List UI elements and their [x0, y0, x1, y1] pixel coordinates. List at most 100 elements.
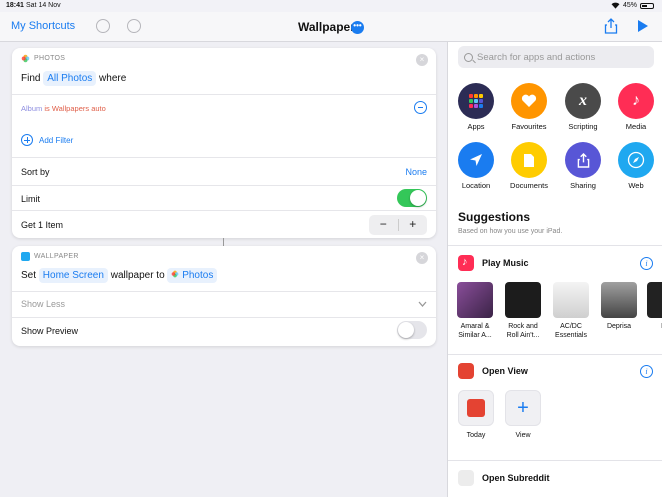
- album-label: Deprisa: [606, 323, 632, 330]
- filter-value[interactable]: Wallpapers auto: [52, 104, 106, 113]
- search-input[interactable]: Search for apps and actions: [458, 46, 654, 68]
- category-label: Apps: [467, 122, 485, 131]
- category-media[interactable]: ♪ Media: [611, 83, 661, 131]
- remove-action-icon[interactable]: ×: [416, 252, 428, 264]
- editor-toolbar: My Shortcuts Wallpaper •••: [0, 12, 662, 42]
- album-item[interactable]: Rock and Roll Ain't...: [504, 282, 542, 340]
- remove-filter-icon[interactable]: [414, 101, 427, 114]
- tile-label: Today: [466, 432, 486, 439]
- compass-icon: [618, 142, 654, 178]
- get-item-label: Get 1 Item: [21, 220, 64, 230]
- category-location[interactable]: Location: [451, 142, 501, 190]
- album-item[interactable]: Lo: [646, 282, 662, 331]
- show-preview-toggle[interactable]: [397, 321, 427, 339]
- action-connector: [223, 238, 224, 246]
- shortcut-title[interactable]: Wallpaper: [298, 20, 355, 34]
- photos-variable-label: Photos: [182, 270, 214, 281]
- wallpaper-to-word: wallpaper to: [110, 270, 165, 281]
- heart-icon: [511, 83, 547, 119]
- category-web[interactable]: Web: [611, 142, 661, 190]
- open-subreddit-suggestion[interactable]: Open Subreddit: [458, 470, 550, 486]
- all-photos-token[interactable]: All Photos: [43, 71, 97, 86]
- find-photos-action[interactable]: PHOTOS × Find All Photos where Album is …: [12, 48, 436, 238]
- divider: [12, 210, 436, 211]
- category-documents[interactable]: Documents: [504, 142, 554, 190]
- divider: [12, 94, 436, 95]
- info-icon[interactable]: i: [640, 365, 653, 378]
- album-item[interactable]: AC/DC Essentials: [552, 282, 590, 340]
- battery-icon: [640, 2, 654, 9]
- apps-grid-icon: [458, 83, 494, 119]
- document-icon: [511, 142, 547, 178]
- info-icon[interactable]: i: [640, 257, 653, 270]
- show-preview-label: Show Preview: [21, 326, 79, 336]
- category-sharing[interactable]: Sharing: [558, 142, 608, 190]
- reddit-app-icon: [458, 470, 474, 486]
- category-label: Location: [461, 181, 491, 190]
- redo-icon[interactable]: [127, 19, 141, 33]
- action-header: PHOTOS: [21, 54, 65, 63]
- view-tile-today[interactable]: Today: [458, 390, 494, 439]
- add-circle-icon: [21, 134, 33, 146]
- album-item[interactable]: Amaral & Similar A...: [456, 282, 494, 340]
- where-word: where: [99, 73, 127, 84]
- location-arrow-icon: [458, 142, 494, 178]
- music-note-icon: ♪: [618, 83, 654, 119]
- category-scripting[interactable]: x Scripting: [558, 83, 608, 131]
- suggestion-title: Play Music: [482, 258, 529, 268]
- category-label: Media: [625, 122, 647, 131]
- divider: [448, 460, 662, 461]
- add-filter-button[interactable]: Add Filter: [21, 134, 73, 146]
- show-less-button[interactable]: Show Less: [21, 299, 65, 309]
- increment-button[interactable]: +: [399, 215, 428, 235]
- filter-row[interactable]: Album is Wallpapers auto: [21, 104, 106, 113]
- category-apps[interactable]: Apps: [451, 83, 501, 131]
- action-header: WALLPAPER: [21, 252, 79, 261]
- divider: [448, 245, 662, 246]
- sort-by-value[interactable]: None: [405, 167, 427, 177]
- set-wallpaper-action[interactable]: WALLPAPER × Set Home Screen wallpaper to…: [12, 246, 436, 346]
- category-label: Documents: [510, 181, 548, 190]
- wallpaper-app-icon: [21, 252, 30, 261]
- album-item[interactable]: Deprisa: [600, 282, 638, 331]
- divider: [12, 317, 436, 318]
- my-shortcuts-button[interactable]: My Shortcuts: [11, 20, 75, 32]
- play-music-suggestion[interactable]: ♪ Play Music: [458, 255, 529, 271]
- search-icon: [464, 52, 473, 62]
- divider: [448, 354, 662, 355]
- view-tile-view[interactable]: + View: [505, 390, 541, 439]
- photos-variable-token[interactable]: Photos: [167, 268, 218, 283]
- category-label: Sharing: [570, 181, 596, 190]
- album-cover: [647, 282, 662, 318]
- remove-action-icon[interactable]: ×: [416, 54, 428, 66]
- search-placeholder: Search for apps and actions: [477, 51, 596, 63]
- photos-app-icon: [21, 54, 30, 63]
- album-label: Amaral & Similar A...: [458, 323, 492, 339]
- category-favourites[interactable]: Favourites: [504, 83, 554, 131]
- share-icon[interactable]: [604, 18, 618, 34]
- filter-operator[interactable]: is: [44, 104, 49, 113]
- divider: [12, 291, 436, 292]
- album-label: Lo: [646, 322, 662, 331]
- share-icon: [565, 142, 601, 178]
- today-tile-icon: [458, 390, 494, 426]
- home-screen-token[interactable]: Home Screen: [38, 268, 108, 283]
- actions-sidebar: Search for apps and actions Apps Favouri…: [447, 42, 662, 497]
- decrement-button[interactable]: −: [369, 215, 398, 235]
- battery-percent: 45%: [622, 2, 637, 9]
- music-app-icon: ♪: [458, 255, 474, 271]
- run-play-icon[interactable]: [638, 20, 648, 32]
- more-options-icon[interactable]: •••: [351, 21, 364, 34]
- album-cover: [505, 282, 541, 318]
- limit-toggle[interactable]: [397, 189, 427, 207]
- open-view-suggestion[interactable]: Open View: [458, 363, 528, 379]
- album-cover: [553, 282, 589, 318]
- filter-field[interactable]: Album: [21, 104, 42, 113]
- item-count-stepper[interactable]: − +: [369, 215, 427, 235]
- suggestion-title: Open View: [482, 366, 528, 376]
- action-header-label: WALLPAPER: [34, 253, 79, 260]
- find-row: Find All Photos where: [21, 71, 127, 86]
- album-label: AC/DC Essentials: [555, 323, 587, 339]
- chevron-up-icon[interactable]: [418, 301, 427, 307]
- undo-icon[interactable]: [96, 19, 110, 33]
